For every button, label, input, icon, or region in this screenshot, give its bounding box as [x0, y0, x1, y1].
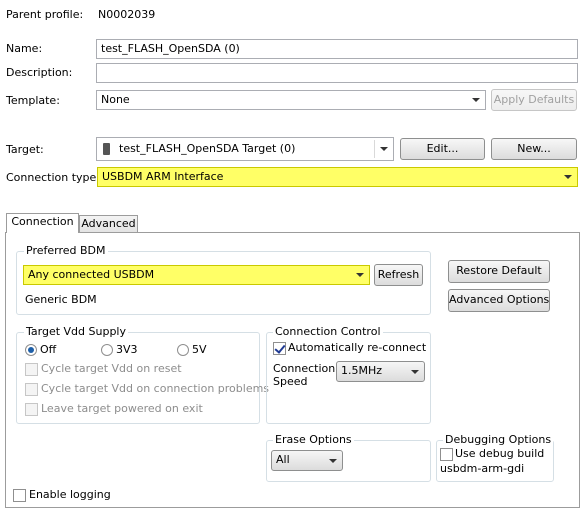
- description-label: Description:: [6, 66, 73, 79]
- debugging-options-legend: Debugging Options: [443, 433, 554, 447]
- auto-reconnect-label: Automatically re-connect: [288, 341, 427, 354]
- connection-speed-label-2: Speed: [273, 375, 308, 388]
- connection-type-value: USBDM ARM Interface: [102, 170, 224, 183]
- vdd-5v-radio[interactable]: [177, 344, 189, 356]
- leave-powered-checkbox[interactable]: [25, 403, 38, 416]
- edit-target-button[interactable]: Edit...: [400, 138, 485, 160]
- chevron-down-icon: [356, 273, 364, 277]
- use-debug-build-checkbox[interactable]: [440, 448, 453, 461]
- advanced-options-button[interactable]: Advanced Options: [448, 289, 550, 312]
- target-select-value: test_FLASH_OpenSDA Target (0): [119, 142, 296, 155]
- chevron-down-icon: [564, 175, 572, 179]
- connection-speed-value: 1.5MHz: [341, 364, 383, 377]
- cycle-vdd-problems-label: Cycle target Vdd on connection problems: [41, 382, 270, 395]
- vdd-3v3-label: 3V3: [116, 343, 138, 356]
- enable-logging-checkbox[interactable]: [13, 489, 26, 502]
- preferred-bdm-select[interactable]: Any connected USBDM: [23, 265, 370, 285]
- template-select[interactable]: None: [96, 90, 486, 110]
- chevron-down-icon: [380, 147, 388, 151]
- leave-powered-label: Leave target powered on exit: [41, 402, 203, 415]
- name-field[interactable]: test_FLASH_OpenSDA (0): [96, 39, 578, 59]
- connection-speed-label: Connection: [273, 362, 336, 375]
- erase-options-select[interactable]: All: [271, 450, 343, 471]
- description-field[interactable]: [96, 63, 578, 83]
- parent-profile-label: Parent profile:: [6, 8, 84, 21]
- connection-type-label: Connection type:: [6, 171, 101, 184]
- template-select-value: None: [101, 93, 130, 106]
- template-label: Template:: [6, 94, 60, 107]
- cycle-vdd-reset-label: Cycle target Vdd on reset: [41, 362, 182, 375]
- name-label: Name:: [6, 42, 43, 55]
- enable-logging-label: Enable logging: [29, 488, 111, 501]
- chevron-down-icon: [472, 98, 480, 102]
- erase-options-legend: Erase Options: [273, 433, 354, 447]
- vdd-5v-label: 5V: [192, 343, 207, 356]
- chevron-down-icon: [329, 459, 337, 463]
- restore-default-button[interactable]: Restore Default: [448, 260, 550, 283]
- debug-build-name: usbdm-arm-gdi: [440, 462, 525, 475]
- device-icon: [103, 143, 110, 155]
- target-label: Target:: [6, 143, 44, 156]
- vdd-off-radio[interactable]: [25, 344, 37, 356]
- target-vdd-legend: Target Vdd Supply: [24, 325, 128, 339]
- cycle-vdd-reset-checkbox[interactable]: [25, 363, 38, 376]
- connection-control-legend: Connection Control: [273, 325, 383, 339]
- tab-advanced[interactable]: Advanced: [79, 215, 138, 232]
- vdd-off-label: Off: [40, 343, 57, 356]
- erase-options-value: All: [276, 453, 290, 466]
- tab-connection[interactable]: Connection: [6, 213, 79, 233]
- auto-reconnect-checkbox[interactable]: [273, 342, 286, 355]
- connection-speed-select[interactable]: 1.5MHz: [336, 361, 425, 382]
- apply-defaults-button[interactable]: Apply Defaults: [491, 89, 577, 111]
- parent-profile-value: N0002039: [98, 8, 156, 21]
- use-debug-build-label: Use debug build: [455, 447, 545, 460]
- preferred-bdm-value: Any connected USBDM: [28, 268, 155, 281]
- preferred-bdm-legend: Preferred BDM: [24, 244, 108, 258]
- refresh-button[interactable]: Refresh: [374, 264, 423, 286]
- bdm-description: Generic BDM: [25, 293, 97, 306]
- chevron-down-icon: [411, 370, 419, 374]
- cycle-vdd-problems-checkbox[interactable]: [25, 383, 38, 396]
- new-target-button[interactable]: New...: [491, 138, 577, 160]
- vdd-3v3-radio[interactable]: [101, 344, 113, 356]
- connection-type-select[interactable]: USBDM ARM Interface: [97, 167, 578, 187]
- target-select[interactable]: test_FLASH_OpenSDA Target (0): [96, 137, 394, 161]
